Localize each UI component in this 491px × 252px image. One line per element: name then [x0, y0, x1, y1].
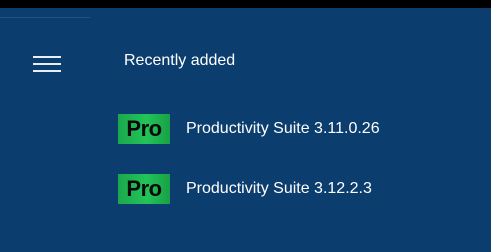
top-edge [0, 0, 491, 8]
app-name: Productivity Suite 3.12.2.3 [186, 180, 372, 197]
hamburger-menu-icon[interactable] [33, 54, 61, 74]
productivity-suite-app-icon: Pro [118, 114, 170, 144]
app-list-item[interactable]: Pro Productivity Suite 3.11.0.26 [118, 111, 478, 147]
hamburger-bar [33, 70, 61, 72]
app-icon-text: Pro [126, 176, 162, 201]
rail-divider [0, 17, 90, 18]
app-list-item[interactable]: Pro Productivity Suite 3.12.2.3 [118, 171, 478, 207]
app-name: Productivity Suite 3.11.0.26 [186, 120, 380, 137]
productivity-suite-app-icon: Pro [118, 174, 170, 204]
start-menu-panel: Recently added Pro Productivity Suite 3.… [0, 0, 491, 252]
app-icon-text: Pro [126, 116, 162, 141]
hamburger-bar [33, 56, 61, 58]
section-title-recently-added: Recently added [124, 52, 236, 69]
hamburger-bar [33, 63, 61, 65]
